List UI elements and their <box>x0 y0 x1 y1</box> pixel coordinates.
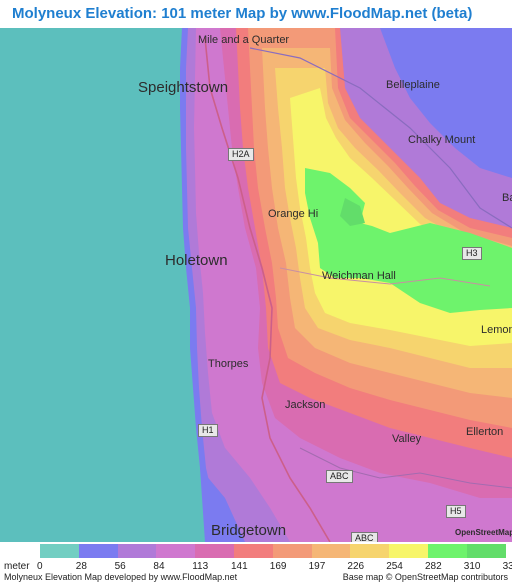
legend-swatch <box>428 544 468 558</box>
elevation-map-canvas <box>0 28 512 542</box>
legend-swatch <box>466 544 507 558</box>
place-label: Thorpes <box>208 358 249 370</box>
road-shield: H1 <box>198 424 218 437</box>
place-label: Orange Hi <box>268 208 319 220</box>
place-label: Mile and a Quarter <box>198 34 290 46</box>
road-shield: ABC <box>326 470 353 483</box>
legend-swatch <box>78 544 119 558</box>
legend-swatch <box>195 544 235 558</box>
legend-swatch <box>389 544 429 558</box>
openstreetmap-watermark: OpenStreetMap <box>455 528 512 537</box>
place-label: Bridgetown <box>211 522 287 539</box>
place-label: Weichman Hall <box>322 270 396 282</box>
road-shield: H5 <box>446 505 466 518</box>
legend-swatch <box>272 544 313 558</box>
legend-swatch <box>40 544 80 558</box>
place-label: Speightstown <box>138 79 229 96</box>
place-label: Jackson <box>285 399 326 411</box>
legend-tick-label: 254 <box>386 561 403 572</box>
legend-swatch <box>156 544 196 558</box>
legend-unit: meter <box>4 561 30 572</box>
place-label: Belleplaine <box>386 79 440 91</box>
legend-tick-label: 282 <box>425 561 442 572</box>
legend-tick-label: 0 <box>37 561 43 572</box>
legend-tick-label: 56 <box>114 561 126 572</box>
legend-tick-label: 169 <box>269 561 287 572</box>
place-label: Valley <box>392 433 422 445</box>
legend-swatch <box>117 544 157 558</box>
road-shield: H3 <box>462 247 482 260</box>
legend-swatch <box>311 544 351 558</box>
legend-tick-label: 28 <box>75 561 87 572</box>
legend-tick-label: 141 <box>231 561 248 572</box>
legend-tick-label: 339 <box>502 561 512 572</box>
place-label: Ba <box>502 192 512 204</box>
title-bar: Molyneux Elevation: 101 meter Map by www… <box>0 0 512 28</box>
road-shield: ABC <box>351 532 378 542</box>
place-label: Holetown <box>165 252 228 269</box>
elevation-legend: meter 0 28 56 84 113 141 169 197 226 254 282 310 339… <box>0 542 512 582</box>
legend-tick-label: 226 <box>347 561 365 572</box>
elevation-map[interactable]: Mile and a Quarter Speightstown Bellepla… <box>0 28 512 542</box>
footer-basemap-credit: Base map © OpenStreetMap contributors <box>342 572 508 582</box>
place-label: Ellerton <box>466 426 504 438</box>
legend-tick-label: 113 <box>192 561 209 572</box>
place-label: Chalky Mount <box>408 134 476 146</box>
page-title: Molyneux Elevation: 101 meter Map by www… <box>12 5 473 22</box>
legend-tick-label: 84 <box>153 561 165 572</box>
footer-credit: Molyneux Elevation Map developed by www.… <box>4 572 238 582</box>
road-shield: H2A <box>228 148 254 161</box>
place-label: Lemon <box>481 324 512 336</box>
legend-swatch <box>350 544 390 558</box>
legend-swatch <box>234 544 274 558</box>
legend-tick-label: 310 <box>463 561 481 572</box>
legend-tick-label: 197 <box>308 561 326 572</box>
